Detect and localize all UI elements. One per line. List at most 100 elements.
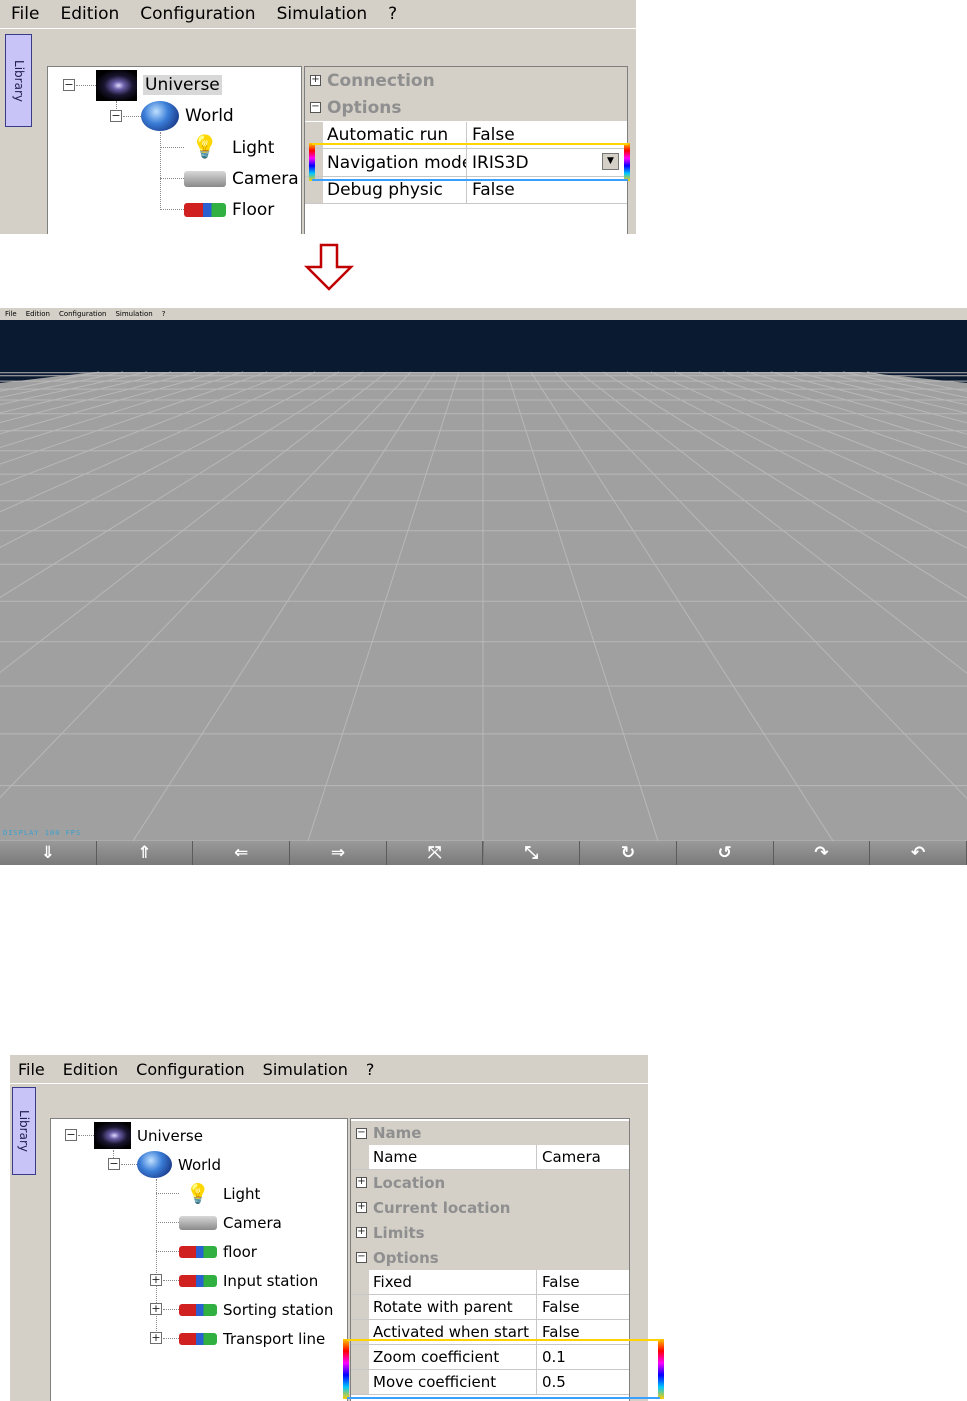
zoom-coefficient-field[interactable]: 0.1 xyxy=(537,1345,629,1369)
arrow-up-button[interactable]: ⇑ xyxy=(96,841,194,865)
menu-file[interactable]: File xyxy=(11,4,39,24)
lightbulb-icon: 💡 xyxy=(186,1183,210,1205)
tree-node-floor[interactable]: Floor xyxy=(184,194,274,225)
menu-file[interactable]: File xyxy=(5,310,17,318)
property-value[interactable]: False xyxy=(537,1270,629,1294)
tilt-up-button[interactable]: ↷ xyxy=(773,841,871,865)
tree-node-world[interactable]: World xyxy=(137,1150,221,1179)
property-value[interactable]: False xyxy=(537,1320,629,1344)
tilt-up-icon: ↷ xyxy=(814,843,829,863)
property-value[interactable]: Camera xyxy=(537,1145,629,1169)
tree-label-input-station: Input station xyxy=(223,1271,319,1290)
tree-node-camera[interactable]: Camera xyxy=(179,1208,282,1237)
rotate-right-button[interactable]: ↻ xyxy=(580,841,677,865)
tree-node-light[interactable]: 💡 Light xyxy=(179,1179,260,1208)
menu-help[interactable]: ? xyxy=(388,4,397,24)
tree-node-universe[interactable]: Universe xyxy=(94,1121,203,1150)
category-options[interactable]: − Options xyxy=(351,1245,629,1270)
tree-label-camera: Camera xyxy=(232,168,299,189)
arrow-left-button[interactable]: ⇐ xyxy=(193,841,291,865)
expand-icon: + xyxy=(310,74,321,86)
property-row-navigation-mode[interactable]: Navigation mode IRIS3D xyxy=(305,149,627,177)
tree-label-light: Light xyxy=(223,1184,261,1203)
property-key: Fixed xyxy=(369,1270,537,1294)
tree-node-camera[interactable]: Camera xyxy=(184,163,299,194)
tree-node-sorting-station[interactable]: Sorting station xyxy=(179,1295,333,1324)
category-connection[interactable]: + Connection xyxy=(305,67,627,94)
property-key: Rotate with parent xyxy=(369,1295,537,1319)
menu-edition[interactable]: Edition xyxy=(60,4,119,24)
arrow-right-button[interactable]: ⇒ xyxy=(290,841,387,865)
move-coefficient-field[interactable]: 0.5 xyxy=(537,1370,629,1394)
expand-input-station-toggle[interactable]: + xyxy=(150,1274,162,1286)
camera-icon xyxy=(184,170,226,187)
menu-simulation[interactable]: Simulation xyxy=(277,4,368,24)
property-value[interactable]: False xyxy=(537,1295,629,1319)
property-row-rotate-with-parent[interactable]: Rotate with parent False xyxy=(351,1295,629,1320)
expand-transport-line-toggle[interactable]: + xyxy=(150,1332,162,1344)
property-row-fixed[interactable]: Fixed False xyxy=(351,1270,629,1295)
menu-file[interactable]: File xyxy=(18,1060,45,1079)
property-key: Automatic run xyxy=(323,122,467,148)
collapse-icon: − xyxy=(356,1251,367,1263)
property-key: Zoom coefficient xyxy=(369,1345,537,1369)
collapse-universe-toggle[interactable]: − xyxy=(63,79,75,91)
category-options-label: Options xyxy=(373,1248,439,1267)
menu-edition[interactable]: Edition xyxy=(63,1060,118,1079)
shapes-icon xyxy=(179,1274,217,1287)
category-current-location[interactable]: + Current location xyxy=(351,1195,629,1220)
collapse-world-toggle[interactable]: − xyxy=(110,110,122,122)
property-row-name[interactable]: Name Camera xyxy=(351,1145,629,1170)
menu-simulation[interactable]: Simulation xyxy=(263,1060,348,1079)
tree-node-world[interactable]: World xyxy=(141,100,234,132)
tree-node-input-station[interactable]: Input station xyxy=(179,1266,318,1295)
arrow-down-button[interactable]: ⇓ xyxy=(0,841,97,865)
menu-configuration[interactable]: Configuration xyxy=(59,310,106,318)
property-row-zoom-coefficient[interactable]: Zoom coefficient 0.1 xyxy=(351,1345,629,1370)
tree-node-light[interactable]: 💡 Light xyxy=(184,132,274,163)
tree-label-sorting-station: Sorting station xyxy=(223,1300,334,1319)
expand-sorting-station-toggle[interactable]: + xyxy=(150,1303,162,1315)
dropdown-arrow-icon[interactable]: ▼ xyxy=(602,153,619,170)
property-row-automatic-run[interactable]: Automatic run False xyxy=(305,122,627,149)
zoom-in-button[interactable]: ⤧ xyxy=(386,841,484,865)
arrow-down-icon: ⇓ xyxy=(40,843,55,863)
viewer-menubar: File Edition Configuration Simulation ? xyxy=(0,308,967,320)
property-row-activated-when-start[interactable]: Activated when start False xyxy=(351,1320,629,1345)
properties-grid: + Connection − Options Automatic run Fal… xyxy=(304,66,628,234)
property-value[interactable]: False xyxy=(467,122,627,148)
viewer-window: File Edition Configuration Simulation ? … xyxy=(0,308,967,865)
expand-icon: + xyxy=(356,1201,367,1213)
property-value[interactable]: False xyxy=(467,177,627,203)
tree-node-universe[interactable]: Universe xyxy=(96,69,222,101)
collapse-icon: − xyxy=(310,101,321,113)
category-location-label: Location xyxy=(373,1173,446,1192)
category-limits[interactable]: + Limits xyxy=(351,1220,629,1245)
category-location[interactable]: + Location xyxy=(351,1170,629,1195)
collapse-universe-toggle[interactable]: − xyxy=(65,1129,77,1141)
menu-configuration[interactable]: Configuration xyxy=(136,1060,245,1079)
tilt-down-button[interactable]: ↶ xyxy=(870,841,967,865)
library-tab[interactable]: Library xyxy=(5,34,32,127)
menu-configuration[interactable]: Configuration xyxy=(140,4,255,24)
tree-node-floor[interactable]: floor xyxy=(179,1237,257,1266)
property-row-debug-physic[interactable]: Debug physic False xyxy=(305,177,627,204)
tree-label-world: World xyxy=(178,1155,221,1174)
menu-help[interactable]: ? xyxy=(162,310,166,318)
menu-edition[interactable]: Edition xyxy=(26,310,50,318)
tree-node-transport-line[interactable]: Transport line xyxy=(179,1324,325,1353)
library-tab[interactable]: Library xyxy=(12,1087,36,1175)
property-key: Activated when start xyxy=(369,1320,537,1344)
rotate-left-button[interactable]: ↺ xyxy=(676,841,774,865)
globe-icon xyxy=(137,1151,172,1178)
category-options[interactable]: − Options xyxy=(305,94,627,121)
zoom-out-button[interactable]: ⤡ xyxy=(483,841,581,865)
property-row-move-coefficient[interactable]: Move coefficient 0.5 xyxy=(351,1370,629,1395)
collapse-icon: − xyxy=(356,1126,367,1139)
3d-viewport[interactable] xyxy=(0,320,967,841)
collapse-world-toggle[interactable]: − xyxy=(108,1158,120,1170)
arrow-left-icon: ⇐ xyxy=(234,843,249,863)
category-name[interactable]: − Name xyxy=(351,1121,629,1145)
menu-simulation[interactable]: Simulation xyxy=(115,310,152,318)
menu-help[interactable]: ? xyxy=(366,1060,375,1079)
